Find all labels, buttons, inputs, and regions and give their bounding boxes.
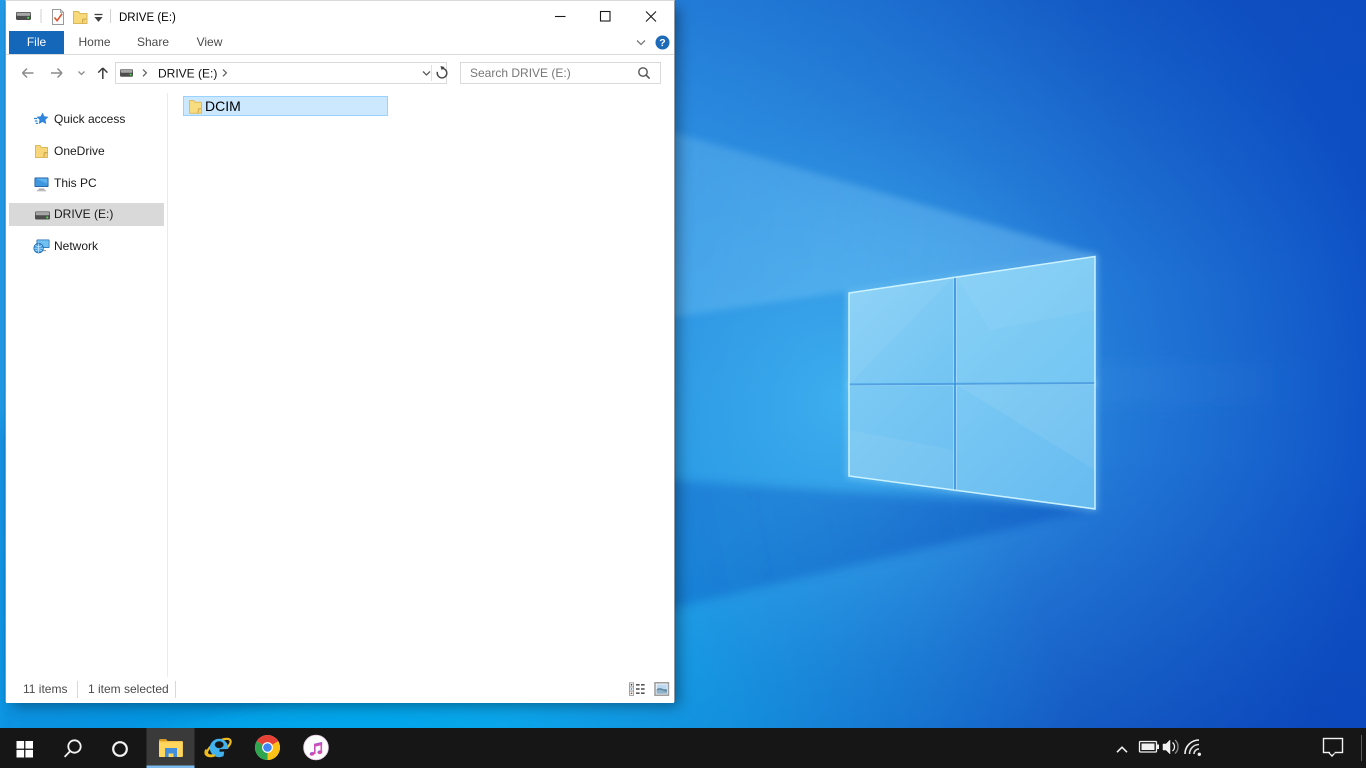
svg-text:DRIVE (E:): DRIVE (E:) <box>119 12 176 24</box>
svg-text:DRIVE (E:): DRIVE (E:) <box>158 67 217 81</box>
svg-text:?: ? <box>659 37 665 49</box>
